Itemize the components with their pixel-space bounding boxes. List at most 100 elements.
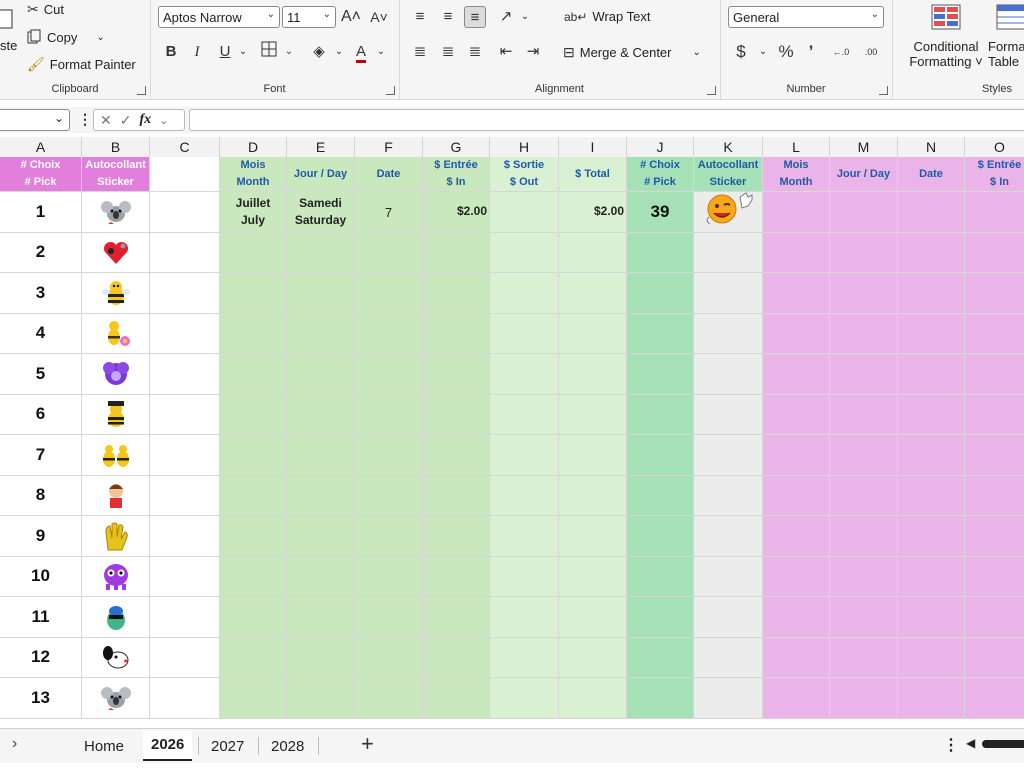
cell-k6[interactable] [694, 394, 763, 435]
cell-c9[interactable] [150, 516, 220, 557]
tab-2028[interactable]: 2028 [263, 734, 312, 760]
percent-button[interactable]: % [775, 41, 797, 63]
cell-d3[interactable] [220, 273, 287, 314]
wrap-text-button[interactable]: ab↵ Wrap Text [564, 9, 650, 24]
cell-n11[interactable] [898, 597, 965, 638]
cell-e7[interactable] [287, 435, 355, 476]
cell-d9[interactable] [220, 516, 287, 557]
cell-i5[interactable] [559, 354, 627, 395]
column-header-e[interactable]: E [287, 137, 355, 157]
chevron-down-icon[interactable]: ⌄ [159, 114, 168, 127]
cell-d8[interactable] [220, 475, 287, 516]
header-cell-k[interactable]: Autocollant Sticker [694, 157, 763, 192]
align-center-button[interactable]: ≣ [437, 41, 459, 63]
middle-align-button[interactable]: ≡ [437, 6, 459, 28]
cell-d4[interactable] [220, 313, 287, 354]
cut-button[interactable]: ✂ Cut [27, 1, 64, 18]
cell-o11[interactable] [965, 597, 1024, 638]
chevron-down-icon[interactable]: ⌄ [693, 47, 701, 58]
cell-j6[interactable] [627, 394, 694, 435]
cell-m13[interactable] [830, 678, 898, 719]
cell-c10[interactable] [150, 556, 220, 597]
cell-f11[interactable] [355, 597, 423, 638]
cell-g1[interactable]: $2.00 [423, 192, 490, 233]
cell-e6[interactable] [287, 394, 355, 435]
cell-k7[interactable] [694, 435, 763, 476]
cell-f4[interactable] [355, 313, 423, 354]
cell-o1[interactable] [965, 192, 1024, 233]
header-cell-e[interactable]: Jour / Day [287, 157, 355, 192]
cell-b10[interactable] [82, 556, 150, 597]
chevron-down-icon[interactable]: ⌄ [752, 41, 774, 63]
cell-h11[interactable] [490, 597, 559, 638]
cell-g9[interactable] [423, 516, 490, 557]
cell-l3[interactable] [763, 273, 830, 314]
column-header-i[interactable]: I [559, 137, 627, 157]
cell-n9[interactable] [898, 516, 965, 557]
cell-m10[interactable] [830, 556, 898, 597]
cell-c11[interactable] [150, 597, 220, 638]
cell-j4[interactable] [627, 313, 694, 354]
cell-g11[interactable] [423, 597, 490, 638]
cell-a2[interactable]: 2 [0, 232, 82, 273]
align-left-button[interactable]: ≣ [409, 41, 431, 63]
header-cell-j[interactable]: # Choix # Pick [627, 157, 694, 192]
cell-c2[interactable] [150, 232, 220, 273]
cell-h2[interactable] [490, 232, 559, 273]
decrease-decimal-button[interactable]: .00 [858, 41, 884, 63]
cell-h1[interactable] [490, 192, 559, 233]
cell-a13[interactable]: 13 [0, 678, 82, 719]
cell-i9[interactable] [559, 516, 627, 557]
cell-k11[interactable] [694, 597, 763, 638]
cell-b7[interactable] [82, 435, 150, 476]
cell-m11[interactable] [830, 597, 898, 638]
cell-a1[interactable]: 1 [0, 192, 82, 233]
cell-a5[interactable]: 5 [0, 354, 82, 395]
font-name-select[interactable]: Aptos Narrow ⌄ [158, 6, 280, 28]
cell-g12[interactable] [423, 637, 490, 678]
cell-o8[interactable] [965, 475, 1024, 516]
cell-o6[interactable] [965, 394, 1024, 435]
column-header-j[interactable]: J [627, 137, 694, 157]
cell-o10[interactable] [965, 556, 1024, 597]
cell-f7[interactable] [355, 435, 423, 476]
cell-e9[interactable] [287, 516, 355, 557]
cell-o7[interactable] [965, 435, 1024, 476]
header-cell-o[interactable]: $ Entrée $ In [965, 157, 1024, 192]
cell-e12[interactable] [287, 637, 355, 678]
chevron-down-icon[interactable]: ⌄ [370, 41, 392, 63]
column-header-f[interactable]: F [355, 137, 423, 157]
cell-a4[interactable]: 4 [0, 313, 82, 354]
cell-i3[interactable] [559, 273, 627, 314]
chevron-down-icon[interactable]: ⌄ [328, 41, 350, 63]
cell-j3[interactable] [627, 273, 694, 314]
number-format-select[interactable]: General ⌄ [728, 6, 884, 28]
borders-button[interactable] [258, 41, 280, 63]
cell-l4[interactable] [763, 313, 830, 354]
format-as-table-button[interactable]: Format Table [988, 4, 1024, 69]
column-header-l[interactable]: L [763, 137, 830, 157]
cell-c6[interactable] [150, 394, 220, 435]
enter-check-icon[interactable]: ✓ [120, 112, 132, 129]
column-header-m[interactable]: M [830, 137, 898, 157]
cell-j5[interactable] [627, 354, 694, 395]
cell-d12[interactable] [220, 637, 287, 678]
cell-c3[interactable] [150, 273, 220, 314]
cell-c8[interactable] [150, 475, 220, 516]
cell-m1[interactable] [830, 192, 898, 233]
cell-m2[interactable] [830, 232, 898, 273]
cell-e1[interactable]: Samedi Saturday [287, 192, 355, 233]
cell-e4[interactable] [287, 313, 355, 354]
cell-c1[interactable] [150, 192, 220, 233]
header-cell-l[interactable]: Mois Month [763, 157, 830, 192]
more-options-icon[interactable]: ⋮ [943, 735, 959, 755]
cell-j7[interactable] [627, 435, 694, 476]
font-size-select[interactable]: 11 ⌄ [282, 6, 336, 28]
cell-g8[interactable] [423, 475, 490, 516]
cell-d1[interactable]: Juillet July [220, 192, 287, 233]
cell-o12[interactable] [965, 637, 1024, 678]
cell-k5[interactable] [694, 354, 763, 395]
header-cell-f[interactable]: Date [355, 157, 423, 192]
column-header-a[interactable]: A [0, 137, 82, 157]
cell-f6[interactable] [355, 394, 423, 435]
